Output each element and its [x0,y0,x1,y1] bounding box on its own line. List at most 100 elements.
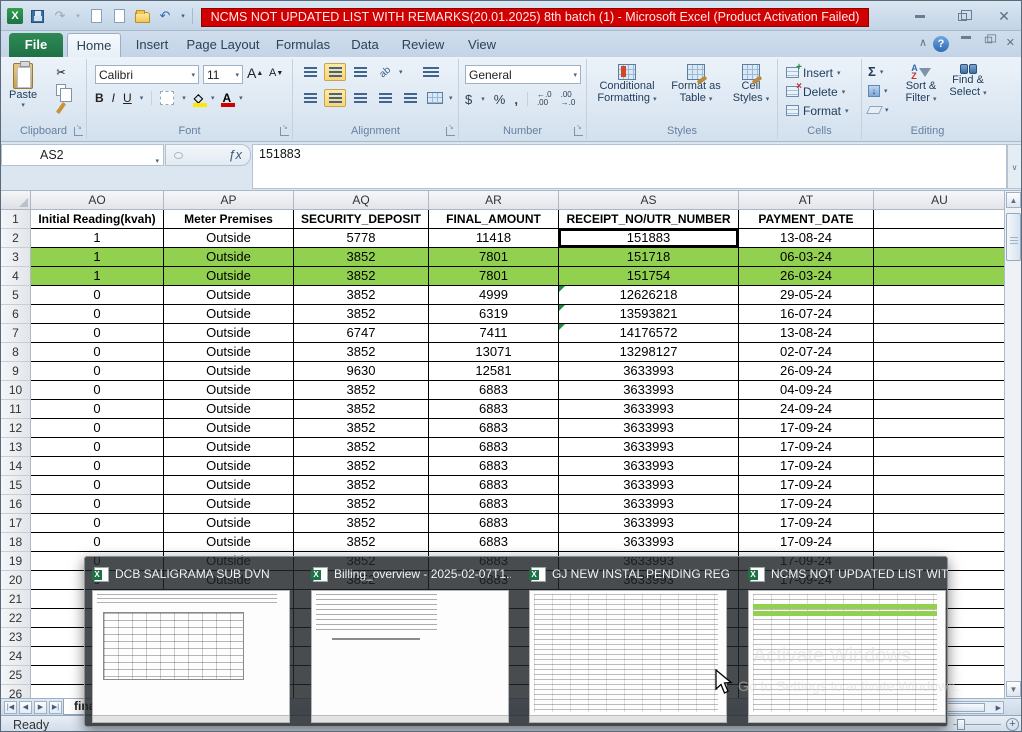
preview-image-2[interactable] [311,590,509,723]
cell-AU2[interactable] [874,229,1006,248]
row-header-10[interactable]: 10 [1,381,31,400]
cell-AO17[interactable]: 0 [31,514,164,533]
cell-AS8[interactable]: 13298127 [559,343,739,362]
cell-AT15[interactable]: 17-09-24 [739,476,874,495]
cell-AQ5[interactable]: 3852 [294,286,429,305]
column-header-AP[interactable]: AP [164,191,294,210]
align-center-icon[interactable] [324,89,346,107]
fill-color-icon[interactable]: ◇ [194,93,203,103]
cell-AU17[interactable] [874,514,1006,533]
cell-AU12[interactable] [874,419,1006,438]
excel-logo-icon[interactable]: X [7,8,23,24]
row-header-1[interactable]: 1 [1,210,31,229]
cell-AO5[interactable]: 0 [31,286,164,305]
cell-AS3[interactable]: 151718 [559,248,739,267]
cell-AU15[interactable] [874,476,1006,495]
cell-AO18[interactable]: 0 [31,533,164,552]
decrease-decimal-icon[interactable]: .00→.0 [561,91,576,107]
increase-indent-icon[interactable] [399,89,421,107]
close-button[interactable]: ✕ [991,9,1017,24]
cell-AS7[interactable]: 14176572 [559,324,739,343]
row-header-11[interactable]: 11 [1,400,31,419]
preview-thumbnail-3[interactable]: GJ NEW INSTAL PENDING REG 0... [527,560,729,725]
cell-AU14[interactable] [874,457,1006,476]
cell-AR8[interactable]: 13071 [429,343,559,362]
new-document-icon[interactable] [110,7,128,25]
align-middle-icon[interactable] [324,63,346,81]
cell-AT3[interactable]: 06-03-24 [739,248,874,267]
number-dialog-launcher[interactable] [574,127,583,136]
cell-AP1[interactable]: Meter Premises [164,210,294,229]
cell-AS10[interactable]: 3633993 [559,381,739,400]
cell-AR17[interactable]: 6883 [429,514,559,533]
scroll-down-icon[interactable]: ▼ [1006,681,1021,697]
insert-cells-button[interactable]: Insert▾ [786,63,849,82]
row-header-13[interactable]: 13 [1,438,31,457]
find-select-button[interactable]: Find & Select ▾ [946,64,990,100]
paste-button[interactable]: Paste▾ [9,63,37,109]
cell-AP8[interactable]: Outside [164,343,294,362]
row-header-16[interactable]: 16 [1,495,31,514]
scroll-right-icon[interactable]: ▶ [996,704,1001,712]
cell-AQ11[interactable]: 3852 [294,400,429,419]
collapse-ribbon-icon[interactable]: ∧ [919,36,927,49]
undo-dropdown-icon[interactable]: ▾ [179,7,187,25]
zoom-slider-thumb[interactable] [957,719,965,730]
cell-AQ7[interactable]: 6747 [294,324,429,343]
increase-decimal-icon[interactable]: ←.0.00 [537,91,552,107]
preview-thumbnail-1[interactable]: DCB SALIGRAMA SUB DVN [90,560,292,725]
cell-AU10[interactable] [874,381,1006,400]
cell-AS1[interactable]: RECEIPT_NO/UTR_NUMBER [559,210,739,229]
cell-AU11[interactable] [874,400,1006,419]
cell-AP15[interactable]: Outside [164,476,294,495]
row-header-25[interactable]: 25 [1,666,31,685]
cell-AU3[interactable] [874,248,1006,267]
clear-button[interactable]: ▾ [868,101,889,118]
comma-format-icon[interactable]: , [514,92,518,107]
tab-file[interactable]: File [9,33,63,57]
row-header-5[interactable]: 5 [1,286,31,305]
cell-AR7[interactable]: 7411 [429,324,559,343]
preview-image-1[interactable] [92,590,290,723]
row-header-9[interactable]: 9 [1,362,31,381]
cell-AQ13[interactable]: 3852 [294,438,429,457]
cell-AS17[interactable]: 3633993 [559,514,739,533]
workbook-minimize-icon[interactable] [961,36,971,39]
cell-AQ17[interactable]: 3852 [294,514,429,533]
cell-AR16[interactable]: 6883 [429,495,559,514]
cell-AQ18[interactable]: 3852 [294,533,429,552]
format-cells-button[interactable]: Format▾ [786,101,849,120]
cell-AO13[interactable]: 0 [31,438,164,457]
cell-AP12[interactable]: Outside [164,419,294,438]
row-header-18[interactable]: 18 [1,533,31,552]
name-box[interactable]: AS2 ▾ [1,144,164,166]
autosum-button[interactable]: Σ▾ [868,63,889,80]
delete-cells-button[interactable]: Delete▾ [786,82,849,101]
cell-AS12[interactable]: 3633993 [559,419,739,438]
cell-AS4[interactable]: 151754 [559,267,739,286]
number-format-select[interactable]: General▾ [465,65,581,84]
cell-AP9[interactable]: Outside [164,362,294,381]
tab-insert[interactable]: Insert [129,33,175,57]
format-as-table-button[interactable]: Format as Table ▾ [667,64,725,106]
cell-AR6[interactable]: 6319 [429,305,559,324]
row-header-17[interactable]: 17 [1,514,31,533]
cell-AO3[interactable]: 1 [31,248,164,267]
row-header-22[interactable]: 22 [1,609,31,628]
shrink-font-icon[interactable]: A▼ [269,67,283,79]
cell-AT14[interactable]: 17-09-24 [739,457,874,476]
row-header-14[interactable]: 14 [1,457,31,476]
cell-AU1[interactable] [874,210,1006,229]
cell-AT7[interactable]: 13-08-24 [739,324,874,343]
cell-AU9[interactable] [874,362,1006,381]
alignment-dialog-launcher[interactable] [446,127,455,136]
cell-AO16[interactable]: 0 [31,495,164,514]
preview-thumbnail-4[interactable]: NCMS NOT UPDATED LIST WIT... [746,560,948,725]
cell-AP4[interactable]: Outside [164,267,294,286]
cell-AO8[interactable]: 0 [31,343,164,362]
align-top-icon[interactable] [299,63,321,81]
row-header-20[interactable]: 20 [1,571,31,590]
cell-AS5[interactable]: 12626218 [559,286,739,305]
cell-AO12[interactable]: 0 [31,419,164,438]
column-header-AU[interactable]: AU [874,191,1006,210]
